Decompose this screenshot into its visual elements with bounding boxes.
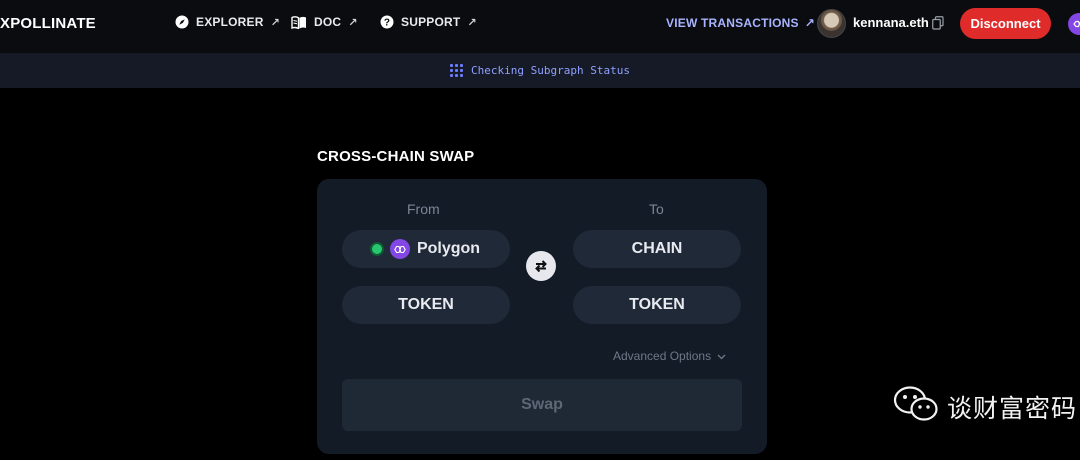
- account-name: kennana.eth: [853, 15, 929, 30]
- swap-arrows-icon: [535, 260, 547, 273]
- to-chain-select[interactable]: CHAIN: [573, 230, 741, 268]
- view-transactions-label: VIEW TRANSACTIONS: [666, 16, 799, 30]
- nav-doc-label: DOC: [314, 15, 342, 29]
- watermark-text: 谈财富密码: [947, 393, 1078, 423]
- watermark: 谈财富密码: [893, 385, 1077, 428]
- nav-support-link[interactable]: ? SUPPORT ↗: [380, 15, 477, 29]
- nav-explorer-label: EXPLORER: [196, 15, 264, 29]
- from-label: From: [407, 201, 440, 217]
- book-icon: [291, 15, 307, 29]
- external-link-icon: ↗: [348, 16, 358, 29]
- from-chain-select[interactable]: Polygon: [342, 230, 510, 268]
- from-token-label: TOKEN: [398, 296, 454, 313]
- disconnect-button[interactable]: Disconnect: [960, 8, 1051, 39]
- top-navigation-bar: XPOLLINATE EXPLORER ↗ DOC ↗ ? SUPPORT ↗ …: [0, 0, 1080, 53]
- from-token-select[interactable]: TOKEN: [342, 286, 510, 324]
- wechat-icon: [893, 385, 939, 428]
- subgraph-status-bar: Checking Subgraph Status: [0, 53, 1080, 88]
- to-chain-label: CHAIN: [631, 240, 683, 257]
- swap-card: From To Polygon CHAIN TOKEN TOKEN Advanc…: [317, 179, 767, 454]
- svg-text:?: ?: [384, 18, 390, 29]
- copy-icon[interactable]: [932, 16, 944, 30]
- to-label: To: [649, 201, 664, 217]
- to-token-select[interactable]: TOKEN: [573, 286, 741, 324]
- question-icon: ?: [380, 15, 394, 29]
- nav-explorer-link[interactable]: EXPLORER ↗: [175, 15, 280, 29]
- polygon-network-icon[interactable]: [1068, 13, 1080, 35]
- advanced-options-toggle[interactable]: Advanced Options: [613, 349, 726, 363]
- avatar[interactable]: [817, 9, 846, 38]
- network-status-dot-icon: [371, 244, 382, 254]
- from-chain-label: Polygon: [416, 240, 481, 257]
- swap-button[interactable]: Swap: [342, 379, 742, 431]
- subgraph-status-text: Checking Subgraph Status: [471, 64, 630, 77]
- external-link-icon: ↗: [804, 16, 815, 30]
- external-link-icon: ↗: [270, 16, 281, 29]
- view-transactions-link[interactable]: VIEW TRANSACTIONS ↗: [666, 16, 815, 30]
- to-token-label: TOKEN: [629, 296, 685, 313]
- chevron-down-icon: [717, 349, 726, 363]
- nav-doc-link[interactable]: DOC ↗: [291, 15, 358, 29]
- page-title: CROSS-CHAIN SWAP: [317, 148, 475, 165]
- compass-icon: [175, 15, 189, 29]
- loading-dots-icon: [450, 64, 464, 77]
- advanced-options-label: Advanced Options: [613, 349, 712, 363]
- nav-support-label: SUPPORT: [401, 15, 461, 29]
- swap-direction-button[interactable]: [526, 251, 556, 281]
- external-link-icon: ↗: [467, 16, 477, 29]
- app-logo-text[interactable]: XPOLLINATE: [0, 15, 96, 32]
- polygon-logo-icon: [389, 239, 410, 259]
